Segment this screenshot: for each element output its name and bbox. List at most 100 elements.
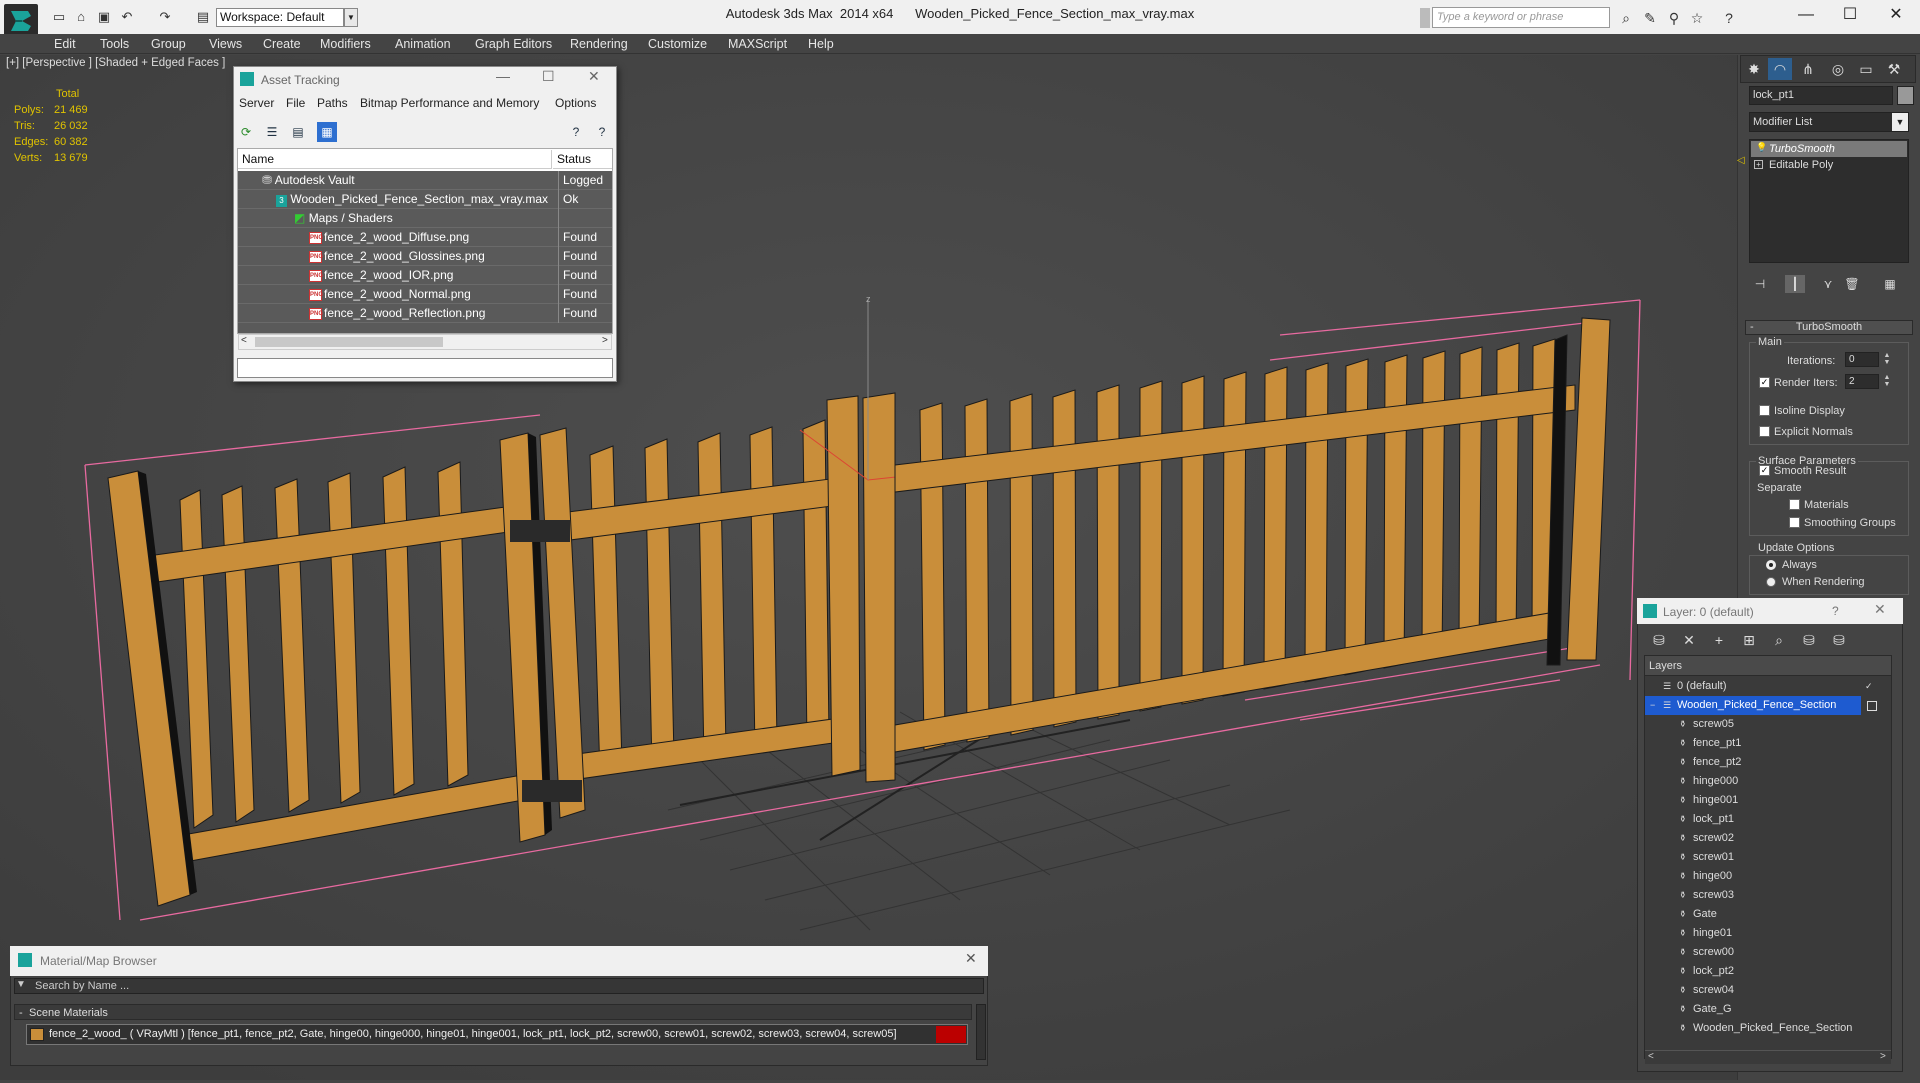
viewport-label[interactable]: [+] [Perspective ] [Shaded + Edged Faces…	[6, 57, 225, 69]
smoothing-groups-checkbox[interactable]	[1789, 517, 1800, 528]
menu-modifiers[interactable]: Modifiers	[320, 34, 371, 54]
create-tab-icon[interactable]: ✸	[1742, 58, 1766, 80]
refresh-icon[interactable]: ⟳	[236, 122, 256, 142]
asset-row[interactable]: PNGfence_2_wood_Normal.png Found	[238, 285, 612, 304]
motion-tab-icon[interactable]: ◎	[1826, 58, 1850, 80]
help-icon[interactable]: ?	[1720, 9, 1738, 27]
add-selection-icon[interactable]: ⊞	[1738, 630, 1760, 650]
collapse-icon[interactable]: -	[19, 1005, 23, 1021]
asset-row[interactable]: PNGfence_2_wood_IOR.png Found	[238, 266, 612, 285]
close-icon[interactable]: ✕	[965, 950, 977, 967]
help-icon[interactable]: ?	[1832, 604, 1839, 618]
asset-menu-options[interactable]: Options	[555, 96, 596, 110]
search-options-icon[interactable]: ▼	[16, 979, 26, 990]
menu-graph-editors[interactable]: Graph Editors	[475, 34, 552, 54]
menu-views[interactable]: Views	[209, 34, 242, 54]
list-view-icon[interactable]: ☰	[262, 122, 282, 142]
asset-menu-paths[interactable]: Paths	[317, 96, 348, 110]
scroll-left-icon[interactable]: <	[241, 335, 247, 346]
horizontal-scrollbar[interactable]	[1645, 1050, 1891, 1064]
layer-object-row[interactable]: ⚱ Gate	[1645, 905, 1891, 924]
active-layer-check-icon[interactable]: ✓	[1865, 681, 1875, 691]
asset-path-field[interactable]	[237, 358, 613, 378]
render-iters-spinner[interactable]: 2	[1845, 374, 1879, 389]
object-name-field[interactable]: lock_pt1	[1749, 86, 1893, 105]
remove-modifier-icon[interactable]: 🗑	[1842, 275, 1862, 293]
highlight-layer-icon[interactable]: ⛁	[1798, 630, 1820, 650]
layer-object-row[interactable]: ⚱ screw03	[1645, 886, 1891, 905]
layer-object-row[interactable]: ⚱ screw05	[1645, 715, 1891, 734]
hierarchy-tab-icon[interactable]: ⋔	[1796, 58, 1820, 80]
make-unique-icon[interactable]: ⋎	[1818, 275, 1838, 293]
layer-object-row[interactable]: ⚱ hinge001	[1645, 791, 1891, 810]
layer-object-row[interactable]: ⚱ screw04	[1645, 981, 1891, 1000]
layer-object-row[interactable]: ⚱ hinge000	[1645, 772, 1891, 791]
asset-row[interactable]: ◩ Maps / Shaders	[238, 209, 612, 228]
explicit-normals-checkbox[interactable]	[1759, 426, 1770, 437]
render-iters-checkbox[interactable]: ✓	[1759, 377, 1770, 388]
layer-object-row[interactable]: ⚱ fence_pt1	[1645, 734, 1891, 753]
menu-tools[interactable]: Tools	[100, 34, 129, 54]
details-view-icon[interactable]: ▤	[288, 122, 308, 142]
spinner-arrows-icon[interactable]: ▲ ▼	[1882, 374, 1892, 389]
materials-checkbox[interactable]	[1789, 499, 1800, 510]
chevron-down-icon[interactable]: ▼	[1892, 113, 1908, 131]
asset-row[interactable]: PNGfence_2_wood_Reflection.png Found	[238, 304, 612, 323]
col-name-header[interactable]: Name	[238, 150, 552, 169]
always-radio[interactable]	[1766, 560, 1776, 570]
display-tab-icon[interactable]: ▭	[1854, 58, 1878, 80]
search-input[interactable]: Type a keyword or phrase	[1432, 7, 1610, 28]
layer-tool-icon[interactable]: ⛁	[1648, 630, 1670, 650]
stack-item-editable-poly[interactable]: Editable Poly	[1751, 157, 1907, 173]
configure-sets-icon[interactable]: ▦	[1880, 275, 1900, 293]
pin-stack-icon[interactable]: ⊣	[1750, 275, 1770, 293]
maximize-icon[interactable]: ☐	[542, 68, 555, 85]
menu-group[interactable]: Group	[151, 34, 186, 54]
menu-edit[interactable]: Edit	[54, 34, 76, 54]
help-icon[interactable]: ?	[566, 122, 586, 142]
layer-object-row[interactable]: ⚱ Gate_G	[1645, 1000, 1891, 1019]
layer-object-row[interactable]: ⚱ hinge01	[1645, 924, 1891, 943]
asset-row[interactable]: PNGfence_2_wood_Glossines.png Found	[238, 247, 612, 266]
vertical-scrollbar[interactable]	[976, 1004, 986, 1060]
layer-object-row[interactable]: ⚱ screw01	[1645, 848, 1891, 867]
layer-row-selected[interactable]: − ☰ Wooden_Picked_Fence_Section	[1645, 696, 1861, 715]
asset-row[interactable]: 3 Wooden_Picked_Fence_Section_max_vray.m…	[238, 190, 612, 209]
utilities-tab-icon[interactable]: ⚒	[1882, 58, 1906, 80]
close-icon[interactable]: ✕	[588, 68, 600, 85]
scroll-left-icon[interactable]: <	[1648, 1051, 1654, 1062]
favorites-star-icon[interactable]: ☆	[1688, 9, 1706, 27]
expand-icon[interactable]: +	[1754, 160, 1763, 169]
menu-maxscript[interactable]: MAXScript	[728, 34, 787, 54]
scrollbar-thumb[interactable]	[255, 337, 443, 347]
layer-object-row[interactable]: ⚱ lock_pt1	[1645, 810, 1891, 829]
scroll-right-icon[interactable]: >	[602, 335, 608, 346]
delete-layer-icon[interactable]: ✕	[1678, 630, 1700, 650]
isoline-display-checkbox[interactable]	[1759, 405, 1770, 416]
smooth-result-checkbox[interactable]: ✓	[1759, 465, 1770, 476]
when-rendering-radio[interactable]	[1766, 577, 1776, 587]
search-expander[interactable]	[1420, 8, 1430, 28]
layer-object-row[interactable]: ⚱ screw00	[1645, 943, 1891, 962]
menu-rendering[interactable]: Rendering	[570, 34, 628, 54]
menu-customize[interactable]: Customize	[648, 34, 707, 54]
close-icon[interactable]: ✕	[1874, 601, 1886, 618]
modifier-list-dropdown[interactable]: Modifier List	[1749, 112, 1909, 132]
asset-row[interactable]: ⛃ Autodesk Vault Logged Ou	[238, 171, 612, 206]
asset-menu-bitmap-performance[interactable]: Bitmap Performance and Memory	[360, 96, 539, 110]
minimize-icon[interactable]: —	[496, 68, 510, 84]
material-search-input[interactable]: Search by Name ...	[14, 978, 984, 994]
lightbulb-icon[interactable]: 💡	[1756, 142, 1767, 153]
material-item[interactable]: fence_2_wood_ ( VRayMtl ) [fence_pt1, fe…	[26, 1024, 968, 1045]
turbosmooth-rollout-header[interactable]: - TurboSmooth	[1745, 320, 1913, 335]
minimize-icon[interactable]: —	[1786, 4, 1826, 26]
active-layer-box[interactable]	[1867, 701, 1877, 711]
communication-icon[interactable]: ⚲	[1665, 9, 1683, 27]
asset-menu-server[interactable]: Server	[239, 96, 274, 110]
subscription-icon[interactable]: ✎	[1641, 9, 1659, 27]
object-color-swatch[interactable]	[1897, 86, 1914, 105]
collapse-icon[interactable]: −	[1650, 700, 1660, 710]
layer-object-row[interactable]: ⚱ fence_pt2	[1645, 753, 1891, 772]
context-help-icon[interactable]: ?	[592, 122, 612, 142]
menu-animation[interactable]: Animation	[395, 34, 451, 54]
